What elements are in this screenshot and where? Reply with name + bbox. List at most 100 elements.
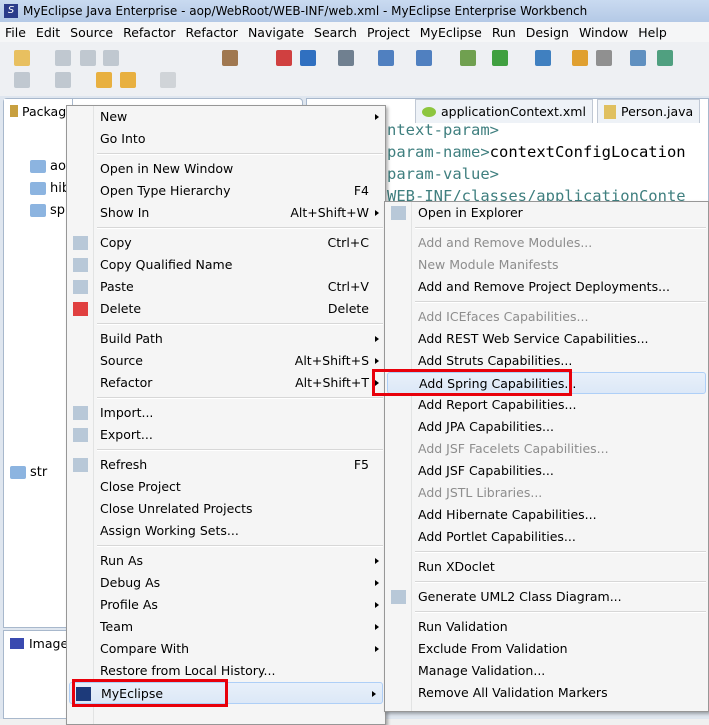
- toolbar-button-icon[interactable]: [103, 50, 119, 66]
- menu-design[interactable]: Design: [521, 25, 574, 40]
- toolbar-button-icon[interactable]: [460, 50, 476, 66]
- menu-item-label: Add Hibernate Capabilities...: [418, 507, 597, 522]
- tree-item-project[interactable]: hib: [30, 181, 70, 196]
- menu-item-open-type-hierarchy[interactable]: Open Type Hierarchy F4: [67, 180, 385, 202]
- nav-button-icon[interactable]: [120, 72, 136, 88]
- menu-item-paste[interactable]: Paste Ctrl+V: [67, 276, 385, 298]
- menu-file[interactable]: File: [0, 25, 31, 40]
- menu-item-copy[interactable]: Copy Ctrl+C: [67, 232, 385, 254]
- menu-edit[interactable]: Edit: [31, 25, 65, 40]
- menu-item-run-xdoclet[interactable]: Run XDoclet: [385, 556, 708, 578]
- toolbar-button-icon[interactable]: [222, 50, 238, 66]
- menu-item-label: Run XDoclet: [418, 559, 495, 574]
- nav-button-icon[interactable]: [96, 72, 112, 88]
- tree-item-project[interactable]: sp: [30, 203, 65, 218]
- menu-item-export[interactable]: Export...: [67, 424, 385, 446]
- toolbar-button-icon[interactable]: [596, 50, 612, 66]
- menu-item-remove-all-validation-markers[interactable]: Remove All Validation Markers: [385, 682, 708, 704]
- tab-package-explorer[interactable]: Packag: [4, 99, 74, 123]
- menu-item-manage-validation[interactable]: Manage Validation...: [385, 660, 708, 682]
- tree-item-project[interactable]: str: [10, 465, 47, 480]
- menu-item-add-and-remove-project-deployments[interactable]: Add and Remove Project Deployments...: [385, 276, 708, 298]
- menu-item-team[interactable]: Team: [67, 616, 385, 638]
- toolbar-button-icon[interactable]: [300, 50, 316, 66]
- menu-item-close-project[interactable]: Close Project: [67, 476, 385, 498]
- menu-item-new-module-manifests[interactable]: New Module Manifests: [385, 254, 708, 276]
- menu-item-add-jstl-libraries[interactable]: Add JSTL Libraries...: [385, 482, 708, 504]
- menu-project[interactable]: Project: [362, 25, 415, 40]
- menu-item-build-path[interactable]: Build Path: [67, 328, 385, 350]
- menu-item-compare-with[interactable]: Compare With: [67, 638, 385, 660]
- menu-item-add-jpa-capabilities[interactable]: Add JPA Capabilities...: [385, 416, 708, 438]
- menu-myeclipse[interactable]: MyEclipse: [415, 25, 487, 40]
- context-menu: New Go Into Open in New Window Open Type Hi…: [66, 105, 386, 725]
- toolbar-button-icon[interactable]: [572, 50, 588, 66]
- menu-item-label: Open Type Hierarchy: [100, 183, 231, 198]
- nav-button-icon[interactable]: [160, 72, 176, 88]
- menu-item-label: Add REST Web Service Capabilities...: [418, 331, 649, 346]
- menu-run[interactable]: Run: [487, 25, 521, 40]
- toolbar-button-icon[interactable]: [338, 50, 354, 66]
- nav-button-icon[interactable]: [55, 72, 71, 88]
- submenu-arrow-icon: [375, 580, 379, 586]
- toolbar-button-icon[interactable]: [80, 50, 96, 66]
- menu-item-add-jsf-facelets-capabilities[interactable]: Add JSF Facelets Capabilities...: [385, 438, 708, 460]
- menu-item-add-and-remove-modules[interactable]: Add and Remove Modules...: [385, 232, 708, 254]
- menu-item-add-icefaces-capabilities[interactable]: Add ICEfaces Capabilities...: [385, 306, 708, 328]
- menu-item-go-into[interactable]: Go Into: [67, 128, 385, 150]
- toolbar-button-icon[interactable]: [657, 50, 673, 66]
- toolbar-button-icon[interactable]: [535, 50, 551, 66]
- toolbar-button-icon[interactable]: [55, 50, 71, 66]
- menu-item-assign-working-sets[interactable]: Assign Working Sets...: [67, 520, 385, 542]
- menu-item-open-in-explorer[interactable]: Open in Explorer: [385, 202, 708, 224]
- code-line: ntext-param>: [387, 121, 499, 139]
- folder-explorer-icon: [391, 206, 406, 220]
- menu-item-import[interactable]: Import...: [67, 402, 385, 424]
- toolbar-button-icon[interactable]: [630, 50, 646, 66]
- menu-item-new[interactable]: New: [67, 106, 385, 128]
- menu-item-label: Open in Explorer: [418, 205, 523, 220]
- menu-item-profile-as[interactable]: Profile As: [67, 594, 385, 616]
- menu-item-add-rest-web-service-capabilities[interactable]: Add REST Web Service Capabilities...: [385, 328, 708, 350]
- toolbar-button-icon[interactable]: [416, 50, 432, 66]
- menu-item-run-as[interactable]: Run As: [67, 550, 385, 572]
- toolbar-button-icon[interactable]: [378, 50, 394, 66]
- menu-item-exclude-from-validation[interactable]: Exclude From Validation: [385, 638, 708, 660]
- menu-item-refresh[interactable]: Refresh F5: [67, 454, 385, 476]
- menu-item-add-jsf-capabilities[interactable]: Add JSF Capabilities...: [385, 460, 708, 482]
- tree-item-project[interactable]: ao: [30, 159, 66, 174]
- menu-item-add-report-capabilities[interactable]: Add Report Capabilities...: [385, 394, 708, 416]
- tab-person-java[interactable]: Person.java: [597, 99, 701, 123]
- menu-item-label: Copy: [100, 235, 132, 250]
- tab-applicationcontext-xml[interactable]: applicationContext.xml: [415, 99, 593, 123]
- nav-button-icon[interactable]: [14, 72, 30, 88]
- menu-refactor[interactable]: Refactor: [118, 25, 180, 40]
- code-line: param-name>contextConfigLocation: [387, 143, 686, 161]
- toolbar-button-icon[interactable]: [492, 50, 508, 66]
- menu-search[interactable]: Search: [309, 25, 362, 40]
- menu-item-refactor[interactable]: Refactor Alt+Shift+T: [67, 372, 385, 394]
- menu-source[interactable]: Source: [65, 25, 118, 40]
- tab-image[interactable]: Image: [4, 631, 74, 655]
- toolbar-button-icon[interactable]: [14, 50, 30, 66]
- menu-item-label: Manage Validation...: [418, 663, 546, 678]
- menu-item-add-hibernate-capabilities[interactable]: Add Hibernate Capabilities...: [385, 504, 708, 526]
- menu-item-show-in[interactable]: Show In Alt+Shift+W: [67, 202, 385, 224]
- menu-item-source[interactable]: Source Alt+Shift+S: [67, 350, 385, 372]
- menu-item-run-validation[interactable]: Run Validation: [385, 616, 708, 638]
- menu-item-label: Open in New Window: [100, 161, 234, 176]
- menu-refactor[interactable]: Refactor: [181, 25, 243, 40]
- menu-navigate[interactable]: Navigate: [243, 25, 309, 40]
- menu-item-copy-qualified-name[interactable]: Copy Qualified Name: [67, 254, 385, 276]
- menu-item-add-portlet-capabilities[interactable]: Add Portlet Capabilities...: [385, 526, 708, 548]
- menu-separator: [67, 224, 385, 232]
- menu-item-close-unrelated-projects[interactable]: Close Unrelated Projects: [67, 498, 385, 520]
- menu-item-debug-as[interactable]: Debug As: [67, 572, 385, 594]
- menu-item-open-in-new-window[interactable]: Open in New Window: [67, 158, 385, 180]
- myeclipse-logo-icon: S: [4, 4, 18, 18]
- menu-item-delete[interactable]: Delete Delete: [67, 298, 385, 320]
- menu-window[interactable]: Window: [574, 25, 633, 40]
- menu-help[interactable]: Help: [633, 25, 672, 40]
- menu-item-generate-uml2-class-diagram[interactable]: Generate UML2 Class Diagram...: [385, 586, 708, 608]
- toolbar-button-icon[interactable]: [276, 50, 292, 66]
